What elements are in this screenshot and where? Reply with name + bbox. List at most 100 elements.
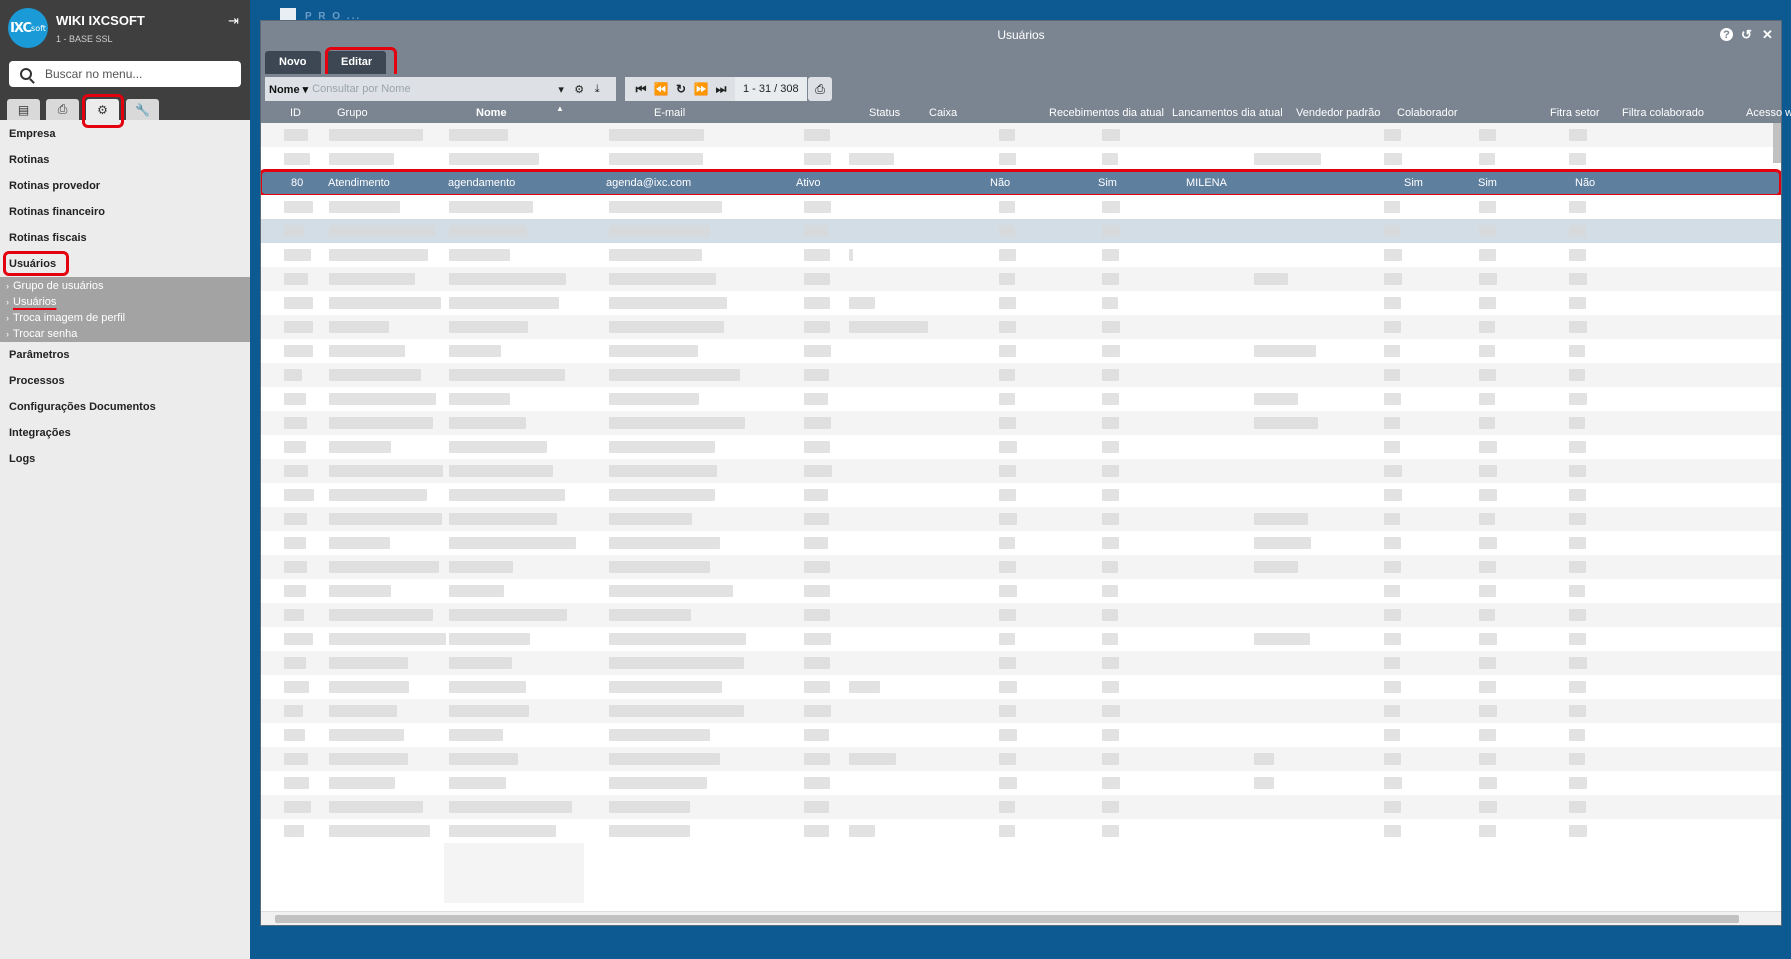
table-row[interactable] — [261, 339, 1781, 363]
blurred-cell — [1102, 249, 1119, 261]
menu-item-rotinas[interactable]: Rotinas — [0, 147, 250, 173]
col-filtra-colaborado[interactable]: Filtra colaborado — [1622, 107, 1704, 119]
table-row[interactable] — [261, 651, 1781, 675]
blurred-cell — [999, 321, 1016, 333]
filter-field-select[interactable]: Nome ▾ — [269, 83, 308, 96]
menu-item-empresa[interactable]: Empresa — [0, 121, 250, 147]
col-id[interactable]: ID — [290, 107, 301, 119]
table-row[interactable] — [261, 363, 1781, 387]
menu-item-processos[interactable]: Processos — [0, 368, 250, 394]
table-row[interactable] — [261, 507, 1781, 531]
col-fitra-setor[interactable]: Fitra setor — [1550, 107, 1600, 119]
table-row[interactable] — [261, 723, 1781, 747]
blurred-cell — [804, 561, 830, 573]
caret-down-icon[interactable]: ▾ — [552, 83, 570, 96]
table-row[interactable] — [261, 579, 1781, 603]
table-row[interactable] — [261, 435, 1781, 459]
submenu-item-troca-imagem[interactable]: › Troca imagem de perfil — [0, 310, 250, 326]
col-lancamentos[interactable]: Lancamentos dia atual — [1172, 107, 1283, 119]
col-recebimentos[interactable]: Recebimentos dia atual — [1049, 107, 1164, 119]
menu-item-integracoes[interactable]: Integrações — [0, 420, 250, 446]
table-row[interactable] — [261, 387, 1781, 411]
blurred-cell — [1102, 801, 1119, 813]
tab-print[interactable]: ⎙ — [46, 99, 79, 120]
tab-settings[interactable]: ⚙ — [86, 99, 119, 120]
col-acesso[interactable]: Acesso webse — [1746, 107, 1791, 119]
table-row[interactable] — [261, 219, 1781, 243]
submenu-item-trocar-senha[interactable]: › Trocar senha — [0, 326, 250, 342]
new-button[interactable]: Novo — [265, 51, 321, 74]
horizontal-scrollbar[interactable] — [261, 911, 1781, 925]
menu-search-input[interactable] — [45, 67, 225, 81]
blurred-cell — [1569, 129, 1587, 141]
grid-header: ID Grupo Nome ▲ E-mail Status Caixa Receb… — [261, 103, 1791, 123]
table-row[interactable] — [261, 123, 1781, 147]
table-row[interactable] — [261, 555, 1781, 579]
help-icon[interactable]: ? — [1720, 28, 1733, 41]
table-row[interactable] — [261, 459, 1781, 483]
blurred-cell — [609, 705, 744, 717]
blurred-cell — [999, 657, 1016, 669]
table-row[interactable] — [261, 675, 1781, 699]
base-name: 1 - BASE SSL — [56, 34, 113, 44]
table-row[interactable] — [261, 795, 1781, 819]
table-row[interactable] — [261, 267, 1781, 291]
table-row[interactable] — [261, 531, 1781, 555]
table-row[interactable] — [261, 603, 1781, 627]
last-page-icon[interactable]: ⏭ — [711, 82, 731, 97]
table-row[interactable] — [261, 315, 1781, 339]
table-row[interactable] — [261, 483, 1781, 507]
table-row[interactable] — [261, 291, 1781, 315]
submenu-item-grupo[interactable]: › Grupo de usuários — [0, 278, 250, 294]
col-email[interactable]: E-mail — [654, 107, 685, 119]
menu-item-rotinas-fiscais[interactable]: Rotinas fiscais — [0, 225, 250, 251]
menu-search[interactable] — [9, 61, 241, 87]
table-row[interactable] — [261, 627, 1781, 651]
download-icon[interactable]: ⤓ — [588, 83, 606, 96]
blurred-cell — [1384, 609, 1401, 621]
menu-item-rotinas-provedor[interactable]: Rotinas provedor — [0, 173, 250, 199]
blurred-cell — [1254, 345, 1316, 357]
scroll-thumb[interactable] — [275, 915, 1739, 923]
col-grupo[interactable]: Grupo — [337, 107, 368, 119]
first-page-icon[interactable]: ⏮ — [631, 82, 651, 97]
menu-item-config-documentos[interactable]: Configurações Documentos — [0, 394, 250, 420]
table-row-selected[interactable]: 80 Atendimento agendamento agenda@ixc.com At… — [261, 169, 1781, 197]
logout-icon[interactable]: ⇥ — [228, 13, 239, 29]
close-icon[interactable]: ✕ — [1760, 27, 1775, 42]
menu-item-logs[interactable]: Logs — [0, 446, 250, 472]
tab-grid[interactable]: ▤ — [7, 99, 40, 120]
col-colaborador[interactable]: Colaborador — [1397, 107, 1458, 119]
tab-tools[interactable]: 🔧 — [126, 99, 159, 120]
refresh-icon[interactable]: ↻ — [671, 82, 691, 96]
next-page-icon[interactable]: ⏩ — [691, 82, 711, 96]
menu-item-usuarios[interactable]: Usuários — [0, 251, 250, 277]
table-row[interactable] — [261, 243, 1781, 267]
filter-input[interactable] — [312, 83, 553, 95]
menu-item-parametros[interactable]: Parâmetros — [0, 342, 250, 368]
cell-grupo: Atendimento — [328, 177, 390, 189]
sidebar: IXCsoft WIKI IXCSOFT 1 - BASE SSL ⇥ ▤ ⎙ … — [0, 0, 250, 959]
table-row[interactable] — [261, 819, 1781, 843]
prev-page-icon[interactable]: ⏪ — [651, 82, 671, 96]
menu-item-rotinas-financeiro[interactable]: Rotinas financeiro — [0, 199, 250, 225]
blurred-cell — [609, 801, 690, 813]
edit-button[interactable]: Editar — [327, 51, 387, 74]
table-row[interactable] — [261, 195, 1781, 219]
col-nome[interactable]: Nome ▲ — [476, 104, 564, 119]
history-icon[interactable]: ↺ — [1739, 27, 1754, 42]
advanced-filter-icon[interactable]: ⚙ — [570, 83, 588, 96]
table-row[interactable] — [261, 747, 1781, 771]
blurred-cell — [1102, 153, 1118, 165]
col-caixa[interactable]: Caixa — [929, 107, 957, 119]
submenu-item-usuarios[interactable]: › Usuários — [0, 294, 250, 310]
print-button[interactable]: ⎙ — [808, 77, 832, 101]
blurred-cell — [804, 801, 829, 813]
table-row[interactable] — [261, 771, 1781, 795]
vertical-scrollbar[interactable] — [1773, 123, 1781, 163]
table-row[interactable] — [261, 699, 1781, 723]
col-status[interactable]: Status — [869, 107, 900, 119]
table-row[interactable] — [261, 411, 1781, 435]
col-vendedor[interactable]: Vendedor padrão — [1296, 107, 1380, 119]
table-row[interactable] — [261, 147, 1781, 171]
